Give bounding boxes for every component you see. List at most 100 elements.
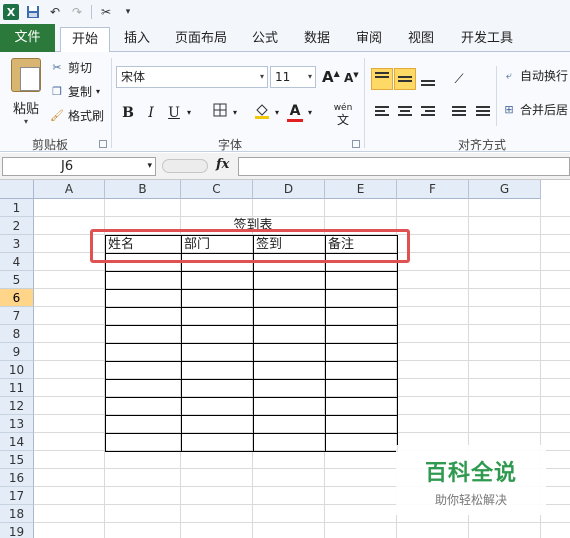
underline-button[interactable]: U <box>166 102 182 124</box>
table-cell[interactable] <box>253 271 326 290</box>
align-right-button[interactable] <box>417 100 439 122</box>
tab-view[interactable]: 视图 <box>402 27 440 52</box>
table-cell[interactable] <box>253 289 326 308</box>
insert-function-button[interactable]: fx <box>216 157 229 172</box>
cut-button[interactable]: ✂ 剪切 <box>50 58 92 78</box>
formula-input[interactable] <box>238 157 570 176</box>
row-header[interactable]: 9 <box>0 343 34 361</box>
table-cell[interactable] <box>325 361 398 380</box>
table-cell[interactable] <box>105 433 182 452</box>
table-cell[interactable] <box>105 397 182 416</box>
column-header[interactable]: C <box>181 180 253 199</box>
borders-dropdown-icon[interactable]: ▾ <box>230 102 240 124</box>
italic-button[interactable]: I <box>143 102 159 124</box>
tab-page-layout[interactable]: 页面布局 <box>172 27 230 52</box>
row-header[interactable]: 14 <box>0 433 34 451</box>
table-cell[interactable] <box>181 343 254 362</box>
row-header[interactable]: 2 <box>0 217 34 235</box>
align-top-button[interactable] <box>371 68 393 90</box>
formula-bar-splitter[interactable] <box>162 159 208 173</box>
row-header[interactable]: 8 <box>0 325 34 343</box>
tab-formulas[interactable]: 公式 <box>246 27 284 52</box>
column-header[interactable]: F <box>397 180 469 199</box>
table-cell[interactable] <box>105 361 182 380</box>
table-cell[interactable] <box>105 415 182 434</box>
row-header[interactable]: 10 <box>0 361 34 379</box>
row-header[interactable]: 7 <box>0 307 34 325</box>
table-cell[interactable] <box>325 307 398 326</box>
row-header[interactable]: 5 <box>0 271 34 289</box>
table-cell[interactable] <box>181 325 254 344</box>
merge-center-button[interactable]: ⊞ 合并后居 <box>502 100 568 120</box>
tab-file[interactable]: 文件 <box>0 24 55 52</box>
table-cell[interactable] <box>325 433 398 452</box>
customize-icon[interactable]: ▾ <box>120 4 136 20</box>
table-cell[interactable] <box>253 379 326 398</box>
table-cell[interactable] <box>105 307 182 326</box>
paste-button[interactable]: 粘贴 ▾ <box>6 58 46 126</box>
table-cell[interactable] <box>253 397 326 416</box>
align-left-button[interactable] <box>371 100 393 122</box>
underline-dropdown-icon[interactable]: ▾ <box>184 102 194 124</box>
row-header[interactable]: 18 <box>0 505 34 523</box>
copy-dropdown-icon[interactable]: ▾ <box>96 82 100 102</box>
row-header[interactable]: 4 <box>0 253 34 271</box>
font-name-select[interactable]: 宋体 ▾ <box>116 66 268 88</box>
phonetic-button[interactable]: wén 文 <box>328 102 358 126</box>
format-painter-button[interactable]: 🖌 格式刷 <box>50 106 104 126</box>
table-cell[interactable] <box>105 325 182 344</box>
select-all-corner[interactable] <box>0 180 34 199</box>
row-header[interactable]: 15 <box>0 451 34 469</box>
table-cell[interactable] <box>325 325 398 344</box>
column-header[interactable]: G <box>469 180 541 199</box>
bold-button[interactable]: B <box>120 102 136 124</box>
table-cell[interactable] <box>253 415 326 434</box>
table-cell[interactable] <box>181 307 254 326</box>
orientation-button[interactable]: ⟋ <box>448 68 470 90</box>
font-color-dropdown-icon[interactable]: ▾ <box>305 102 315 124</box>
align-center-button[interactable] <box>394 100 416 122</box>
table-cell[interactable] <box>253 307 326 326</box>
row-header[interactable]: 3 <box>0 235 34 253</box>
borders-button[interactable] <box>210 102 230 124</box>
table-cell[interactable] <box>253 433 326 452</box>
row-header[interactable]: 1 <box>0 199 34 217</box>
table-cell[interactable] <box>325 379 398 398</box>
undo-icon[interactable]: ↶ <box>47 4 63 20</box>
font-launcher-icon[interactable] <box>352 140 360 148</box>
table-cell[interactable] <box>105 343 182 362</box>
grow-font-button[interactable]: A▲ <box>322 68 340 86</box>
copy-button[interactable]: ❐ 复制 ▾ <box>50 82 100 102</box>
table-cell[interactable] <box>181 433 254 452</box>
font-color-button[interactable]: A <box>287 102 303 122</box>
save-icon[interactable] <box>25 4 41 20</box>
decrease-indent-button[interactable] <box>448 100 470 122</box>
tab-developer[interactable]: 开发工具 <box>456 27 518 52</box>
tab-review[interactable]: 审阅 <box>350 27 388 52</box>
column-header[interactable]: B <box>105 180 181 199</box>
row-header[interactable]: 13 <box>0 415 34 433</box>
clipboard-launcher-icon[interactable] <box>99 140 107 148</box>
redo-icon[interactable]: ↷ <box>69 4 85 20</box>
table-cell[interactable] <box>181 397 254 416</box>
table-cell[interactable] <box>181 415 254 434</box>
increase-indent-button[interactable] <box>472 100 494 122</box>
table-cell[interactable] <box>105 289 182 308</box>
table-cell[interactable] <box>181 379 254 398</box>
column-header[interactable]: E <box>325 180 397 199</box>
table-cell[interactable] <box>181 361 254 380</box>
tab-insert[interactable]: 插入 <box>118 27 156 52</box>
tab-data[interactable]: 数据 <box>298 27 336 52</box>
tools-icon[interactable]: ✂ <box>98 4 114 20</box>
paste-dropdown-icon[interactable]: ▾ <box>6 117 46 126</box>
font-size-select[interactable]: 11 ▾ <box>270 66 316 88</box>
table-cell[interactable] <box>325 397 398 416</box>
row-header[interactable]: 11 <box>0 379 34 397</box>
excel-logo-icon[interactable]: X <box>3 4 19 20</box>
tab-home[interactable]: 开始 <box>60 27 110 52</box>
column-header[interactable]: A <box>34 180 105 199</box>
table-cell[interactable] <box>181 289 254 308</box>
name-box[interactable]: J6 ▾ <box>2 157 156 176</box>
row-header[interactable]: 17 <box>0 487 34 505</box>
row-header[interactable]: 6 <box>0 289 34 307</box>
